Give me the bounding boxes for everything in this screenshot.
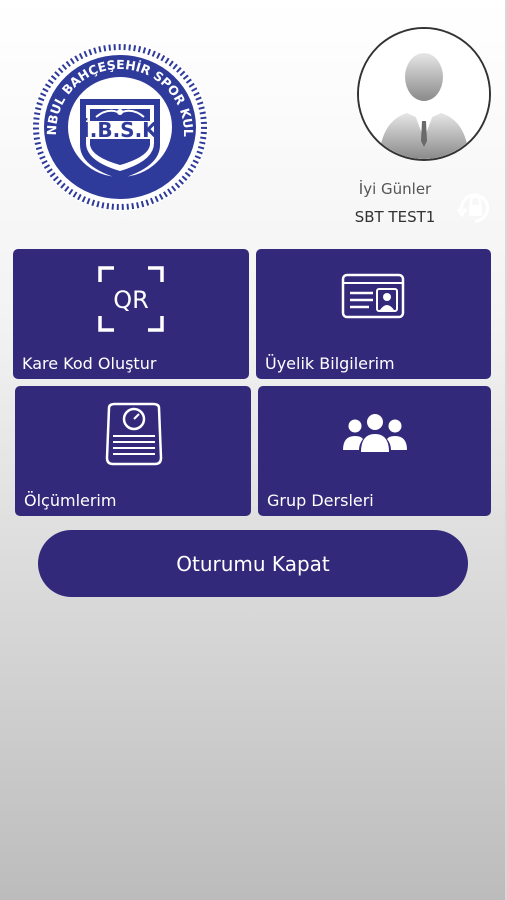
scale-icon (105, 402, 163, 466)
username-text: SBT TEST1 (354, 208, 436, 226)
tile-membership-info[interactable]: Üyelik Bilgilerim (256, 249, 491, 379)
qr-code-icon: QR (98, 266, 164, 332)
tile-label: Grup Dersleri (267, 491, 374, 510)
avatar[interactable] (357, 27, 491, 161)
logout-button[interactable]: Oturumu Kapat (38, 530, 468, 597)
tile-label: Ölçümlerim (24, 491, 117, 510)
club-logo: İSTANBUL BAHÇEŞEHİR SPOR KULÜBÜ İ.B.S.K … (25, 29, 210, 213)
logo-initials: İ.B.S.K (82, 118, 159, 142)
id-card-icon (341, 273, 405, 319)
lock-refresh-icon[interactable] (456, 189, 494, 227)
tile-qr-code[interactable]: QR Kare Kod Oluştur (13, 249, 249, 379)
qr-icon-text: QR (113, 286, 149, 314)
tile-measurements[interactable]: Ölçümlerim (15, 386, 251, 516)
group-users-icon (343, 414, 407, 452)
logo-year: 2013 (105, 182, 136, 195)
user-silhouette-icon (359, 29, 489, 159)
greeting-text: İyi Günler (358, 180, 432, 198)
tile-group-lessons[interactable]: Grup Dersleri (258, 386, 491, 516)
tile-label: Kare Kod Oluştur (22, 354, 157, 373)
tile-label: Üyelik Bilgilerim (265, 354, 395, 373)
